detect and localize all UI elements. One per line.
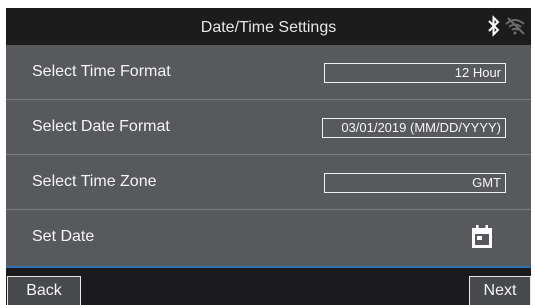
wifi-off-icon bbox=[505, 17, 525, 35]
time-format-row[interactable]: Select Time Format 12 Hour bbox=[6, 45, 531, 100]
bottom-bar: Back Next bbox=[6, 266, 531, 305]
set-date-row[interactable]: Set Date bbox=[6, 210, 531, 265]
date-format-label: Select Date Format bbox=[32, 118, 170, 135]
next-button[interactable]: Next bbox=[469, 276, 531, 305]
page-title: Date/Time Settings bbox=[200, 19, 337, 36]
time-format-field[interactable]: 12 Hour bbox=[324, 63, 506, 83]
time-zone-label: Select Time Zone bbox=[32, 173, 157, 190]
date-format-field[interactable]: 03/01/2019 (MM/DD/YYYY) bbox=[322, 118, 506, 138]
back-button[interactable]: Back bbox=[7, 276, 81, 305]
time-zone-row[interactable]: Select Time Zone GMT bbox=[6, 155, 531, 210]
date-format-row[interactable]: Select Date Format 03/01/2019 (MM/DD/YYY… bbox=[6, 100, 531, 155]
time-zone-field[interactable]: GMT bbox=[324, 173, 506, 193]
device-screen: Date/Time Settings Select Time Format 12… bbox=[6, 8, 531, 305]
time-format-label: Select Time Format bbox=[32, 63, 171, 80]
set-date-label: Set Date bbox=[32, 228, 95, 245]
title-bar: Date/Time Settings bbox=[6, 8, 531, 45]
calendar-icon[interactable] bbox=[471, 225, 493, 249]
bluetooth-icon bbox=[488, 15, 500, 37]
